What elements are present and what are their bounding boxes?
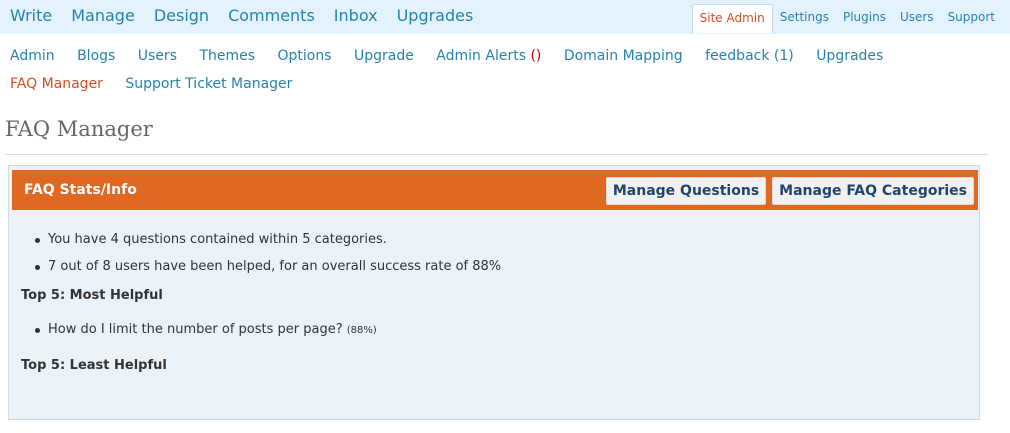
primary-nav: Write Manage Design Comments Inbox Upgra… [10,6,492,26]
subnav-options[interactable]: Options [278,48,332,64]
panel-title: FAQ Stats/Info [24,182,137,198]
nav-upgrades[interactable]: Upgrades [397,6,474,26]
subnav-admin[interactable]: Admin [10,48,55,64]
subnav-admin-alerts[interactable]: Admin Alerts () [436,48,541,64]
subnav-upgrades[interactable]: Upgrades [816,48,883,64]
subnav-users[interactable]: Users [138,48,177,64]
panel-body: You have 4 questions contained within 5 … [21,226,961,376]
subnav-support-ticket-manager[interactable]: Support Ticket Manager [125,76,292,92]
nav-comments[interactable]: Comments [228,6,315,26]
most-helpful-heading: Top 5: Most Helpful [21,288,163,303]
subnav-themes[interactable]: Themes [199,48,255,64]
stat-success-rate: 7 out of 8 users have been helped, for a… [35,253,961,280]
panel-header-buttons: Manage Questions Manage FAQ Categories [605,177,974,205]
most-helpful-percent: (88%) [346,325,377,336]
title-divider [5,154,988,155]
subnav-domain-mapping[interactable]: Domain Mapping [564,48,683,64]
nav-inbox[interactable]: Inbox [334,6,378,26]
nav-manage[interactable]: Manage [71,6,135,26]
stats-list: You have 4 questions contained within 5 … [21,226,961,280]
subnav-upgrade[interactable]: Upgrade [354,48,414,64]
subnav-faq-manager[interactable]: FAQ Manager [10,76,103,92]
most-helpful-item: How do I limit the number of posts per p… [35,316,961,344]
nav-users[interactable]: Users [893,4,941,33]
top-navigation-bar: Write Manage Design Comments Inbox Upgra… [0,0,1010,34]
most-helpful-question: How do I limit the number of posts per p… [48,322,343,337]
stat-questions-categories: You have 4 questions contained within 5 … [35,226,961,253]
nav-settings[interactable]: Settings [773,4,836,33]
least-helpful-heading: Top 5: Least Helpful [21,358,167,373]
faq-stats-panel: FAQ Stats/Info Manage Questions Manage F… [8,165,980,420]
secondary-nav: Site Admin Settings Plugins Users Suppor… [691,4,1002,33]
site-admin-subnav: Admin Blogs Users Themes Options Upgrade… [10,42,1000,98]
nav-write[interactable]: Write [10,6,52,26]
admin-alerts-label: Admin Alerts [436,48,526,64]
nav-design[interactable]: Design [154,6,209,26]
nav-site-admin[interactable]: Site Admin [691,4,773,33]
subnav-feedback[interactable]: feedback (1) [705,48,794,64]
subnav-blogs[interactable]: Blogs [77,48,115,64]
manage-questions-button[interactable]: Manage Questions [605,177,767,205]
manage-faq-categories-button[interactable]: Manage FAQ Categories [772,177,974,205]
nav-support[interactable]: Support [941,4,1002,33]
most-helpful-list: How do I limit the number of posts per p… [21,316,961,344]
nav-plugins[interactable]: Plugins [836,4,893,33]
page-title: FAQ Manager [5,117,153,141]
admin-alerts-count: () [530,48,542,64]
panel-header: FAQ Stats/Info Manage Questions Manage F… [12,170,978,210]
